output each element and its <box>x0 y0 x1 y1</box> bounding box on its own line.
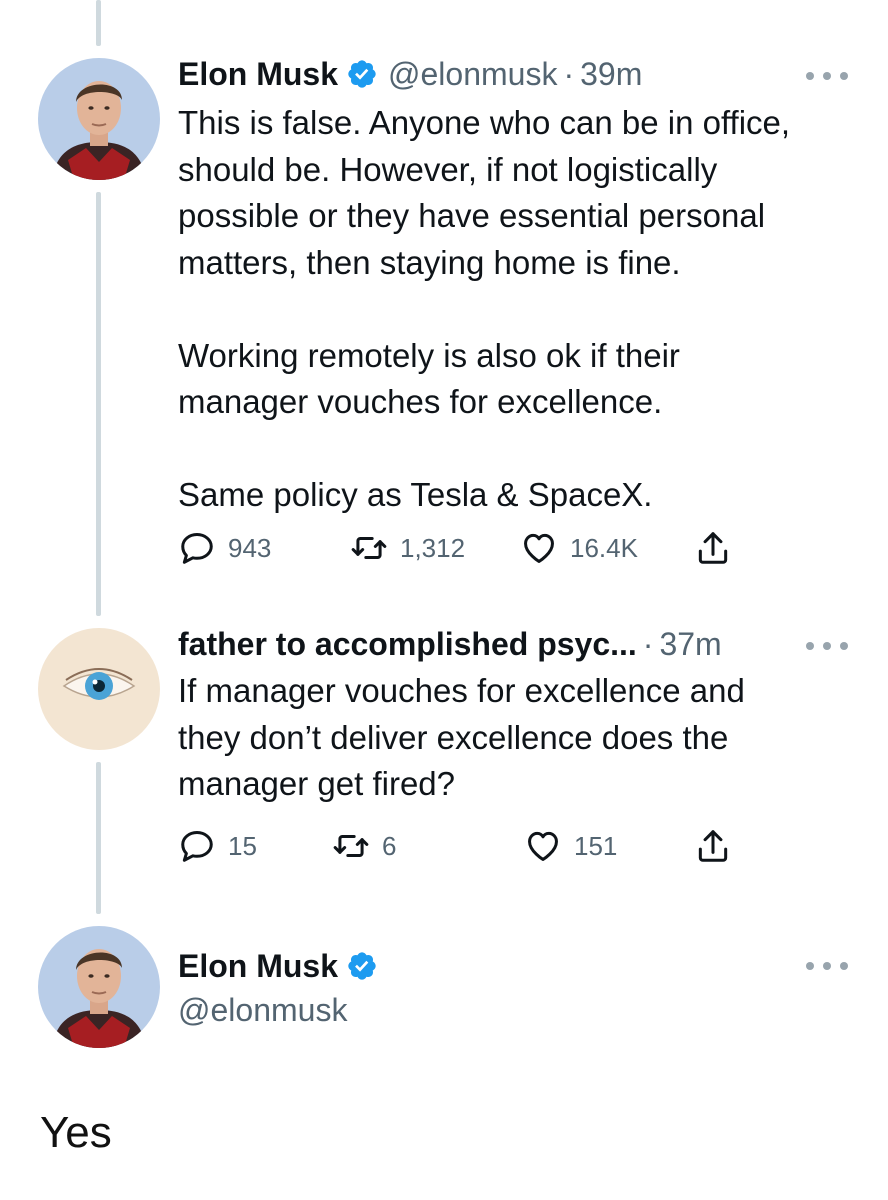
thread-line-2 <box>96 762 101 914</box>
timestamp[interactable]: 37m <box>659 624 721 664</box>
tweet-text: This is false. Anyone who can be in offi… <box>178 104 791 513</box>
reply-button[interactable]: 15 <box>178 826 257 866</box>
like-icon <box>520 529 558 567</box>
retweet-button[interactable]: 6 <box>332 826 396 866</box>
author-name[interactable]: father to accomplished psyc... <box>178 624 637 664</box>
tweet-header: Elon Musk <box>178 946 388 986</box>
avatar[interactable] <box>38 628 160 750</box>
verified-badge-icon <box>346 950 378 982</box>
tweet-actions: 15 6 151 <box>178 826 758 866</box>
reply-button[interactable]: 943 <box>178 528 271 568</box>
timestamp[interactable]: 39m <box>580 54 642 94</box>
avatar-elon-image <box>38 926 160 1048</box>
share-icon <box>694 529 732 567</box>
like-button[interactable]: 151 <box>524 826 617 866</box>
reply-text: Yes <box>40 1108 112 1157</box>
reply-count: 15 <box>228 830 257 861</box>
retweet-count: 1,312 <box>400 532 466 563</box>
reply-count: 943 <box>228 532 272 563</box>
tweet-text: If manager vouches for excellence and th… <box>178 672 745 802</box>
like-icon <box>524 827 562 865</box>
retweet-button[interactable]: 1,312 <box>350 528 465 568</box>
avatar-eye-image <box>38 628 160 750</box>
tweet-header: Elon Musk @elonmusk · 39m <box>178 54 642 94</box>
share-button[interactable] <box>694 528 732 568</box>
author-name[interactable]: Elon Musk <box>178 946 338 986</box>
separator: · <box>642 626 654 662</box>
more-icon[interactable] <box>806 636 848 656</box>
retweet-icon <box>350 529 388 567</box>
tweet-header: father to accomplished psyc... · 37m <box>178 624 722 664</box>
avatar[interactable] <box>38 58 160 180</box>
more-icon[interactable] <box>806 66 848 86</box>
like-count: 16.4K <box>570 532 638 563</box>
avatar[interactable] <box>38 926 160 1048</box>
like-count: 151 <box>574 830 618 861</box>
like-button[interactable]: 16.4K <box>520 528 638 568</box>
more-icon[interactable] <box>806 956 848 976</box>
share-icon <box>694 827 732 865</box>
thread-line-1 <box>96 192 101 616</box>
avatar-elon-image <box>38 58 160 180</box>
author-name[interactable]: Elon Musk <box>178 54 338 94</box>
reply-icon <box>178 529 216 567</box>
verified-badge-icon <box>346 58 378 90</box>
thread-line-top <box>96 0 101 46</box>
share-button[interactable] <box>694 826 732 866</box>
separator: · <box>563 56 575 92</box>
author-handle[interactable]: @elonmusk <box>388 54 557 94</box>
reply-icon <box>178 827 216 865</box>
author-handle[interactable]: @elonmusk <box>178 990 347 1030</box>
retweet-count: 6 <box>382 830 397 861</box>
retweet-icon <box>332 827 370 865</box>
tweet-actions: 943 1,312 16.4K <box>178 528 758 568</box>
